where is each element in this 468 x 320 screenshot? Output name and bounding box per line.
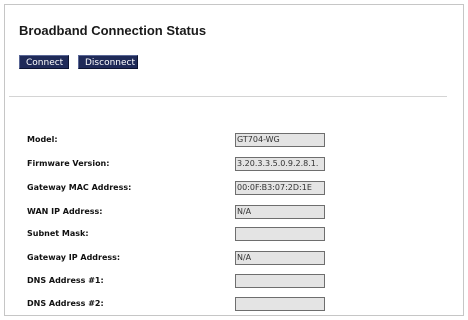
gateway-ip-field: N/A <box>235 251 325 265</box>
subnet-mask-label: Subnet Mask: <box>27 229 89 238</box>
gateway-mac-field: 00:0F:B3:07:2D:1E <box>235 181 325 195</box>
firmware-version-row: Firmware Version: 3.20.3.3.5.0.9.2.8.1. <box>5 157 463 173</box>
gateway-ip-label: Gateway IP Address: <box>27 253 121 262</box>
wan-ip-label: WAN IP Address: <box>27 207 103 216</box>
dns-address-1-label: DNS Address #1: <box>27 276 104 285</box>
status-panel: Broadband Connection Status Connect Disc… <box>4 4 464 316</box>
model-field: GT704-WG <box>235 133 325 147</box>
wan-ip-row: WAN IP Address: N/A <box>5 205 463 221</box>
section-divider <box>9 96 447 97</box>
page-title: Broadband Connection Status <box>19 23 207 38</box>
gateway-mac-label: Gateway MAC Address: <box>27 183 132 192</box>
model-row: Model: GT704-WG <box>5 133 463 149</box>
dns-address-2-row: DNS Address #2: <box>5 297 463 313</box>
dns-address-2-label: DNS Address #2: <box>27 299 104 308</box>
model-label: Model: <box>27 135 58 144</box>
subnet-mask-field <box>235 227 325 241</box>
subnet-mask-row: Subnet Mask: <box>5 227 463 243</box>
firmware-version-label: Firmware Version: <box>27 159 110 168</box>
gateway-ip-row: Gateway IP Address: N/A <box>5 251 463 267</box>
connect-button[interactable]: Connect <box>19 55 69 69</box>
wan-ip-field: N/A <box>235 205 325 219</box>
dns-address-1-field <box>235 274 325 288</box>
firmware-version-field: 3.20.3.3.5.0.9.2.8.1. <box>235 157 325 171</box>
dns-address-2-field <box>235 297 325 311</box>
dns-address-1-row: DNS Address #1: <box>5 274 463 290</box>
disconnect-button[interactable]: Disconnect <box>78 55 138 69</box>
gateway-mac-row: Gateway MAC Address: 00:0F:B3:07:2D:1E <box>5 181 463 197</box>
